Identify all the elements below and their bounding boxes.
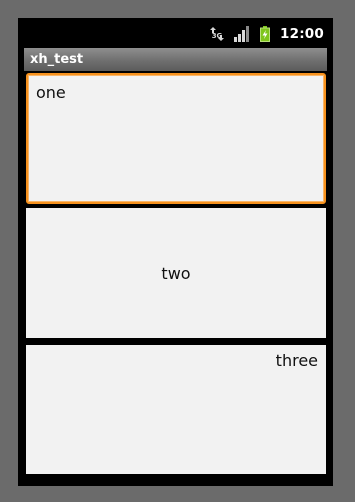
panel-three[interactable]: three (26, 345, 326, 474)
device-screen: 3G 12:00 xh_test one two three (19, 19, 332, 484)
status-bar: 3G 12:00 (19, 19, 332, 47)
data-network-3g-icon: 3G (210, 27, 225, 41)
panel-two-label: two (161, 264, 191, 283)
panel-one-label: one (36, 83, 66, 102)
app-title: xh_test (30, 52, 84, 67)
panel-three-label: three (275, 351, 318, 370)
status-icons: 3G 12:00 (210, 25, 324, 43)
signal-strength-icon (234, 26, 250, 42)
status-clock: 12:00 (280, 26, 324, 42)
app-title-bar: xh_test (24, 48, 327, 71)
battery-charging-icon (260, 26, 271, 42)
panel-one[interactable]: one (26, 73, 326, 204)
panel-two[interactable]: two (26, 208, 326, 338)
